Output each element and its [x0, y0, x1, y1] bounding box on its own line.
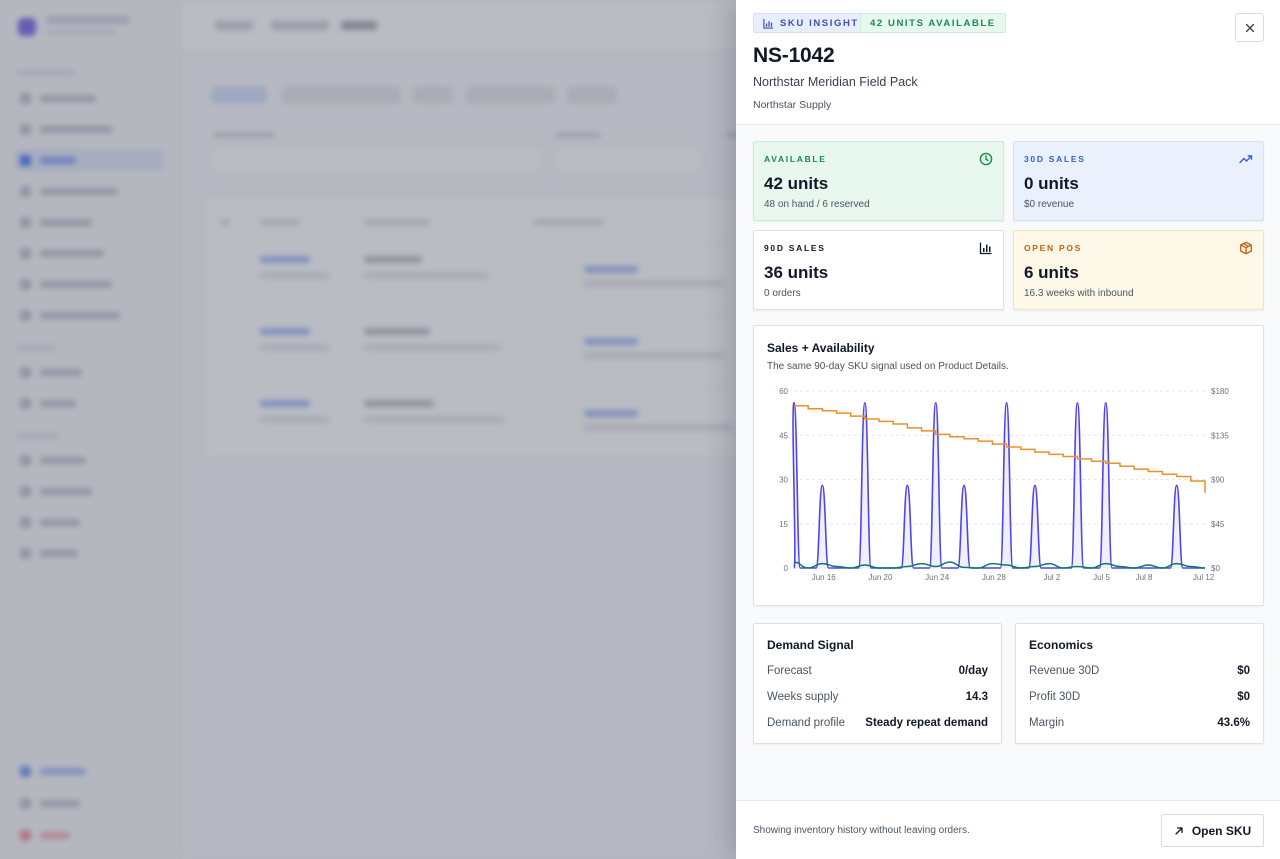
stat-label: 90D SALES	[764, 243, 826, 253]
open-sku-label: Open SKU	[1191, 823, 1252, 838]
economics-title: Economics	[1029, 638, 1094, 652]
stat-card-90d-sales: 90D SALES 36 units 0 orders	[753, 230, 1004, 310]
chart-x-tick: Jun 24	[925, 573, 950, 582]
sku-insight-badge: SKU INSIGHT	[753, 13, 869, 33]
row-label: Weeks supply	[767, 691, 839, 703]
chart-x-tick: Jul 2	[1043, 573, 1060, 582]
econ-row-revenue: Revenue 30D $0	[1029, 663, 1250, 679]
stat-sub: 48 on hand / 6 reserved	[764, 199, 870, 210]
stat-value: 36 units	[764, 263, 829, 282]
sku-insight-drawer: SKU INSIGHT 42 UNITS AVAILABLE NS-1042 N…	[736, 0, 1280, 859]
supplier-name: Northstar Supply	[753, 99, 832, 111]
row-value: 43.6%	[1217, 717, 1250, 729]
row-value: $0	[1237, 691, 1250, 703]
stat-sub: 0 orders	[764, 288, 801, 299]
stat-card-available: AVAILABLE 42 units 48 on hand / 6 reserv…	[753, 141, 1004, 221]
sku-title: NS-1042	[753, 44, 835, 67]
chart-x-tick: Jul 5	[1093, 573, 1110, 582]
demand-row-forecast: Forecast 0/day	[767, 663, 988, 679]
stat-value: 6 units	[1024, 263, 1079, 282]
stat-card-30d-sales: 30D SALES 0 units $0 revenue	[1013, 141, 1264, 221]
stat-sub: $0 revenue	[1024, 199, 1075, 210]
chart-x-tick: Jun 16	[812, 573, 837, 582]
drawer-header: SKU INSIGHT 42 UNITS AVAILABLE NS-1042 N…	[736, 0, 1280, 125]
chart-x-tick: Jul 8	[1136, 573, 1153, 582]
clock-icon	[979, 152, 993, 166]
econ-row-margin: Margin 43.6%	[1029, 715, 1250, 731]
sales-area	[793, 402, 1205, 568]
demand-signal-card: Demand Signal Forecast 0/day Weeks suppl…	[753, 623, 1002, 744]
chart-x-tick: Jul 12	[1193, 573, 1215, 582]
row-value: $0	[1237, 665, 1250, 677]
stat-label: AVAILABLE	[764, 154, 827, 164]
row-value: 14.3	[965, 691, 988, 703]
row-label: Profit 30D	[1029, 691, 1081, 703]
trend-up-icon	[1239, 155, 1253, 164]
stat-value: 0 units	[1024, 174, 1079, 193]
demand-row-weeks-supply: Weeks supply 14.3	[767, 689, 988, 705]
bar-chart-icon	[979, 242, 992, 255]
product-name: Northstar Meridian Field Pack	[753, 75, 918, 89]
sku-insight-label: SKU INSIGHT	[780, 17, 859, 29]
chart-y-tick-right: $180	[1211, 387, 1229, 396]
row-label: Margin	[1029, 717, 1065, 729]
stat-card-open-pos: OPEN POS 6 units 16.3 weeks with inbound	[1013, 230, 1264, 310]
chart-y-tick-left: 15	[779, 520, 788, 529]
econ-row-profit: Profit 30D $0	[1029, 689, 1250, 705]
drawer-footer: Showing inventory history without leavin…	[736, 800, 1280, 859]
sales-availability-chart: 0 $0 15 $45 30 $90 45 $135 60 $180 Jun 16 Jun 20 Jun…	[779, 387, 1229, 582]
stat-label: 30D SALES	[1024, 154, 1086, 164]
row-label: Demand profile	[767, 717, 845, 729]
row-label: Forecast	[767, 665, 812, 677]
receipts-line	[793, 561, 1206, 569]
units-available-label: 42 UNITS AVAILABLE	[870, 17, 996, 29]
sales-line	[792, 402, 1205, 569]
stat-label: OPEN POS	[1024, 243, 1083, 253]
chart-y-tick-right: $45	[1211, 520, 1225, 529]
chart-y-tick-right: $90	[1211, 476, 1225, 485]
demand-row-profile: Demand profile Steady repeat demand	[767, 715, 988, 731]
package-icon	[1240, 241, 1252, 255]
sales-availability-card: Sales + Availability The same 90-day SKU…	[753, 325, 1264, 606]
units-available-badge: 42 UNITS AVAILABLE	[860, 13, 1006, 33]
chart-x-tick: Jun 28	[982, 573, 1007, 582]
close-button[interactable]	[1235, 13, 1264, 42]
chart-y-tick-right: $135	[1211, 431, 1229, 440]
chart-y-tick-left: 30	[779, 476, 788, 485]
stat-sub: 16.3 weeks with inbound	[1024, 288, 1134, 299]
row-value: Steady repeat demand	[865, 717, 988, 729]
chart-y-tick-left: 45	[779, 431, 788, 440]
chart-y-tick-right: $0	[1211, 564, 1220, 573]
arrow-up-right-icon	[1175, 826, 1183, 835]
footer-note: Showing inventory history without leavin…	[753, 825, 970, 836]
demand-signal-title: Demand Signal	[767, 638, 854, 652]
chart-y-tick-left: 60	[779, 387, 788, 396]
stat-value: 42 units	[764, 174, 829, 193]
row-label: Revenue 30D	[1029, 665, 1100, 677]
economics-card: Economics Revenue 30D $0 Profit 30D $0 M…	[1015, 623, 1264, 744]
bar-chart-icon	[763, 18, 774, 29]
chart-y-tick-left: 0	[784, 564, 789, 573]
row-value: 0/day	[958, 665, 988, 677]
close-icon	[1245, 23, 1254, 32]
chart-x-tick: Jun 20	[868, 573, 893, 582]
open-sku-button[interactable]: Open SKU	[1161, 814, 1264, 847]
